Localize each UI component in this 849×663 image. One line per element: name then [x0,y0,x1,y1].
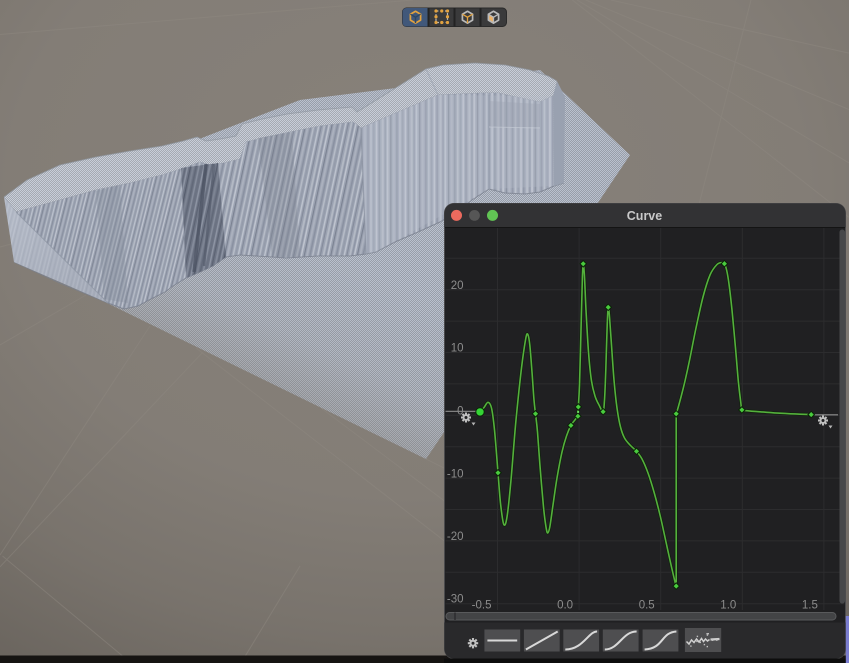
svg-text:0.0: 0.0 [557,600,573,612]
svg-text:0.5: 0.5 [639,600,655,612]
svg-text:-30: -30 [447,593,464,605]
svg-text:1.5: 1.5 [802,600,818,612]
svg-text:1.0: 1.0 [720,600,736,612]
svg-text:20: 20 [451,280,464,292]
svg-text:-10: -10 [447,468,464,480]
svg-text:-0.5: -0.5 [472,600,492,612]
svg-text:Curve: Curve [627,209,662,223]
svg-text:10: 10 [451,343,464,355]
svg-text:-20: -20 [447,531,464,543]
svg-text:0: 0 [457,406,463,418]
